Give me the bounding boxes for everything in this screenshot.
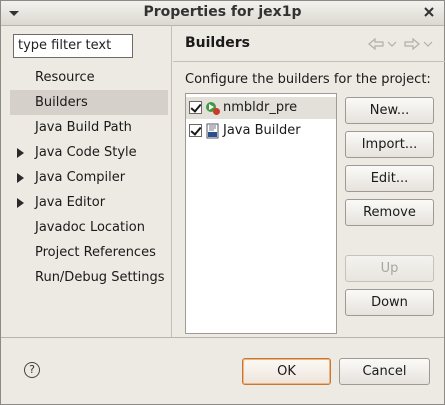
cancel-button[interactable]: Cancel: [339, 358, 430, 385]
tree-item-label: Java Compiler: [35, 170, 126, 185]
page-title: Builders: [185, 35, 250, 51]
forward-arrow-icon[interactable]: [403, 37, 433, 51]
list-item-builder[interactable]: nmbldr_pre: [186, 97, 336, 119]
builder-label: nmbldr_pre: [223, 100, 298, 115]
close-icon[interactable]: [422, 5, 436, 19]
tree-item-label: Java Code Style: [35, 145, 137, 160]
builder-label: Java Builder: [223, 123, 301, 138]
page-description: Configure the builders for the project:: [185, 72, 431, 87]
title-bar[interactable]: Properties for jex1p: [1, 1, 444, 26]
expand-arrow-icon[interactable]: [17, 173, 24, 183]
tree-item-javadoc-location[interactable]: Javadoc Location: [10, 215, 168, 240]
up-button[interactable]: Up: [345, 255, 434, 282]
down-button[interactable]: Down: [345, 289, 434, 316]
edit-button[interactable]: Edit...: [345, 165, 434, 192]
tree-item-label: Builders: [35, 95, 88, 110]
tree-item-java-editor[interactable]: Java Editor: [10, 190, 168, 215]
window-title: Properties for jex1p: [143, 4, 302, 20]
builder-checkbox[interactable]: [189, 101, 202, 114]
expand-arrow-icon[interactable]: [17, 198, 24, 208]
expand-arrow-icon[interactable]: [17, 148, 24, 158]
tree-item-run-debug-settings[interactable]: Run/Debug Settings: [10, 265, 168, 290]
help-icon[interactable]: ?: [24, 362, 40, 378]
external-tool-builder-icon: [206, 102, 220, 115]
tree-item-label: Run/Debug Settings: [35, 270, 165, 285]
new-button[interactable]: New...: [345, 97, 434, 124]
java-builder-icon: [206, 123, 219, 139]
filter-input[interactable]: type filter text: [13, 34, 133, 58]
builder-checkbox[interactable]: [189, 124, 202, 137]
list-item-builder[interactable]: Java Builder: [186, 120, 336, 142]
tree-item-label: Project References: [35, 245, 156, 260]
remove-button[interactable]: Remove: [345, 199, 434, 226]
property-page-tree: Resource Builders Java Build Path Java C…: [10, 63, 170, 335]
tree-item-java-build-path[interactable]: Java Build Path: [10, 115, 168, 140]
properties-dialog: Properties for jex1p type filter text Re…: [0, 0, 445, 405]
back-arrow-icon[interactable]: [367, 37, 397, 51]
footer-separator: [1, 337, 444, 338]
tree-item-resource[interactable]: Resource: [10, 65, 168, 90]
builders-list[interactable]: nmbldr_pre Java Builder: [185, 93, 337, 334]
header-separator: [173, 61, 445, 62]
tree-item-java-code-style[interactable]: Java Code Style: [10, 140, 168, 165]
pane-sash[interactable]: [171, 25, 172, 337]
tree-item-label: Java Build Path: [35, 120, 132, 135]
tree-item-builders[interactable]: Builders: [10, 90, 168, 115]
import-button[interactable]: Import...: [345, 131, 434, 158]
tree-item-java-compiler[interactable]: Java Compiler: [10, 165, 168, 190]
tree-item-project-references[interactable]: Project References: [10, 240, 168, 265]
tree-item-label: Javadoc Location: [35, 220, 145, 235]
tree-item-label: Java Editor: [35, 195, 106, 210]
tree-item-label: Resource: [35, 70, 95, 85]
ok-button[interactable]: OK: [242, 358, 331, 385]
